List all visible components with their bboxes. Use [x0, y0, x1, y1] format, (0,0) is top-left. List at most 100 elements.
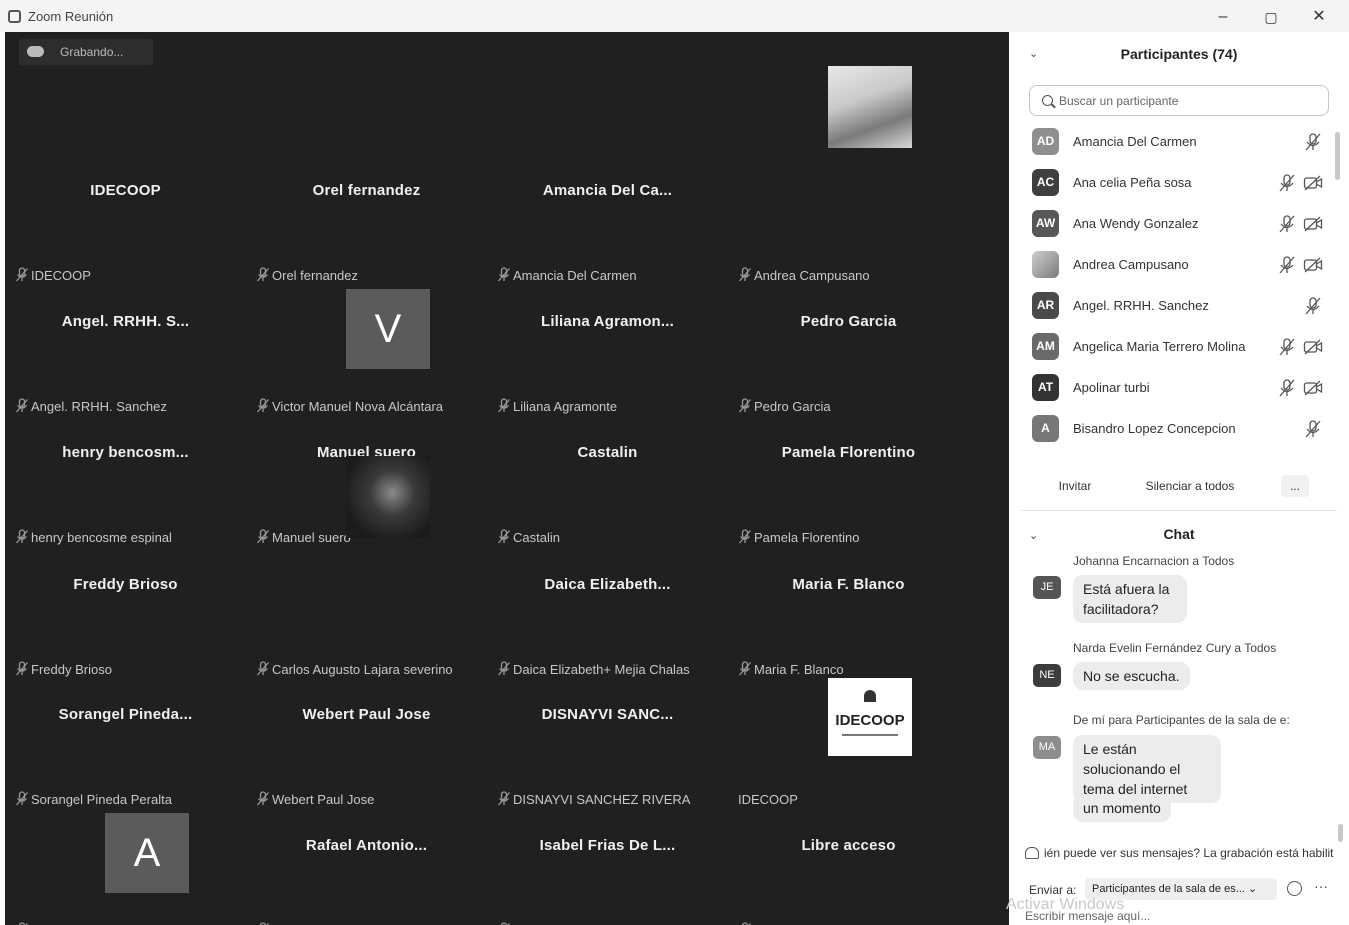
- video-tile[interactable]: Maria F. Blanco Maria F. Blanco: [728, 466, 969, 677]
- video-tile[interactable]: Isabel Frias De L...Isabel Frias De Los …: [487, 727, 728, 925]
- video-tile[interactable]: Liliana Agramon... Liliana Agramonte: [487, 203, 728, 414]
- more-participants-options-button[interactable]: ...: [1281, 475, 1309, 497]
- participants-title: Participantes (74): [1120, 46, 1238, 62]
- video-off-icon[interactable]: [1303, 378, 1323, 398]
- video-tile[interactable]: Freddy Brioso Freddy Brioso: [5, 466, 246, 677]
- participant-row[interactable]: AD Amancia Del Carmen: [1009, 122, 1337, 163]
- chat-sender: Narda Evelin Fernández Cury a Todos: [1073, 641, 1277, 655]
- invite-button[interactable]: Invitar: [1047, 475, 1103, 497]
- muted-mic-icon[interactable]: [1277, 173, 1297, 193]
- muted-mic-icon[interactable]: [1303, 296, 1323, 316]
- video-tile[interactable]: Angel. RRHH. S... Angel. RRHH. Sanchez: [5, 203, 246, 414]
- participant-video: [828, 66, 912, 148]
- video-tile[interactable]: IDECOOP IDECOOP: [5, 72, 246, 283]
- participant-avatar: AR: [1032, 292, 1059, 319]
- muted-mic-icon[interactable]: [1277, 255, 1297, 275]
- windows-activation-watermark: Activar Windows: [1006, 896, 1125, 913]
- chat-avatar: JE: [1033, 576, 1061, 599]
- video-tile[interactable]: Pedro Garcia Pedro Garcia: [728, 203, 969, 414]
- participant-row[interactable]: AR Angel. RRHH. Sanchez: [1009, 286, 1337, 327]
- video-tile[interactable]: Pamela Florentino Pamela Florentino: [728, 334, 969, 545]
- participant-search-input[interactable]: [1059, 92, 1319, 110]
- participant-name: Bisandro Lopez Concepcion: [1073, 421, 1236, 436]
- video-tile[interactable]: DISNAYVI SANC... DISNAYVI SANCHEZ RIVERA: [487, 596, 728, 807]
- panel-divider: [1021, 510, 1337, 511]
- participant-avatar: AW: [1032, 210, 1059, 237]
- emoji-icon[interactable]: [1287, 881, 1302, 896]
- participant-row[interactable]: A Bisandro Lopez Concepcion: [1009, 409, 1337, 450]
- video-off-icon[interactable]: [1303, 255, 1323, 275]
- zoom-app-icon: [8, 10, 21, 23]
- participant-avatar: A: [105, 813, 189, 893]
- video-off-icon[interactable]: [1303, 214, 1323, 234]
- tile-display-name: Pedro Garcia: [800, 313, 897, 330]
- participants-scrollbar[interactable]: [1335, 132, 1340, 180]
- tile-display-name: Angel. RRHH. S...: [61, 313, 190, 330]
- video-tile[interactable]: Webert Paul Jose Webert Paul Jose: [246, 596, 487, 807]
- participant-name: Amancia Del Carmen: [1073, 134, 1197, 149]
- tile-display-name: Pamela Florentino: [781, 444, 916, 461]
- tile-display-name: Webert Paul Jose: [302, 706, 431, 723]
- video-tile[interactable]: Carlos Augusto Lajara severino: [246, 456, 487, 677]
- close-button[interactable]: ✕: [1306, 6, 1332, 28]
- tile-display-name: Castalin: [577, 444, 638, 461]
- chat-visibility-notice: ién puede ver sus mensajes? La grabación…: [1025, 846, 1347, 860]
- chat-title: Chat: [1163, 526, 1195, 542]
- video-off-icon[interactable]: [1303, 337, 1323, 357]
- muted-mic-icon[interactable]: [1277, 378, 1297, 398]
- minimize-button[interactable]: –: [1210, 6, 1236, 28]
- video-tile[interactable]: IDECOOP IDECOOP: [728, 596, 969, 807]
- recording-indicator[interactable]: Grabando...: [19, 39, 153, 65]
- video-tile[interactable]: Sorangel Pineda... Sorangel Pineda Peralt…: [5, 596, 246, 807]
- participant-row[interactable]: AW Ana Wendy Gonzalez: [1009, 204, 1337, 245]
- video-off-icon[interactable]: [1303, 173, 1323, 193]
- chat-scrollbar[interactable]: [1338, 824, 1343, 842]
- chat-avatar: NE: [1033, 664, 1061, 687]
- send-to-label: Enviar a:: [1029, 883, 1077, 897]
- participant-avatar: AM: [1032, 333, 1059, 360]
- video-tile[interactable]: ABisandro Lopez Concepcion: [5, 727, 246, 925]
- cloud-record-icon: [27, 46, 44, 57]
- chat-messages: Johanna Encarnacion a Todos JE Está afue…: [1009, 552, 1349, 842]
- muted-mic-icon[interactable]: [1303, 419, 1323, 439]
- muted-mic-icon[interactable]: [1303, 132, 1323, 152]
- participant-search[interactable]: [1029, 85, 1329, 116]
- tile-display-name: Amancia Del Ca...: [542, 182, 673, 199]
- video-tile[interactable]: Castalin Castalin: [487, 334, 728, 545]
- participants-list: AD Amancia Del Carmen AC Ana celia Peña sos…: [1009, 122, 1337, 457]
- window-title: Zoom Reunión: [28, 9, 114, 24]
- tile-display-name: Liliana Agramon...: [540, 313, 675, 330]
- video-tile[interactable]: Amancia Del Ca... Amancia Del Carmen: [487, 72, 728, 283]
- tile-display-name: DISNAYVI SANC...: [541, 706, 674, 723]
- chat-message: No se escucha.: [1073, 662, 1190, 690]
- participant-avatar: [1032, 251, 1059, 278]
- muted-mic-icon[interactable]: [1277, 337, 1297, 357]
- title-bar: Zoom Reunión – ▢ ✕: [0, 0, 1349, 32]
- participant-row[interactable]: AT Apolinar turbi: [1009, 368, 1337, 409]
- chat-more-icon[interactable]: ···: [1314, 878, 1328, 894]
- video-tile[interactable]: Rafael Antonio...Rafael Antonio Coca Ros…: [246, 727, 487, 925]
- tile-display-name: henry bencosm...: [62, 444, 189, 461]
- video-tile[interactable]: V Victor Manuel Nova Alcántara: [246, 203, 487, 414]
- tile-display-name: Orel fernandez: [312, 182, 421, 199]
- participant-row[interactable]: Andrea Campusano: [1009, 245, 1337, 286]
- muted-mic-icon[interactable]: [1277, 214, 1297, 234]
- chat-message: Le están solucionando el tema del intern…: [1073, 735, 1221, 803]
- chat-message: un momento: [1073, 794, 1171, 822]
- chat-avatar: MA: [1033, 736, 1061, 759]
- restore-button[interactable]: ▢: [1258, 6, 1284, 28]
- participant-row[interactable]: AC Ana celia Peña sosa: [1009, 163, 1337, 204]
- side-panel: ⌄ Participantes (74) ADAmancia Del Carme…: [1009, 32, 1349, 925]
- video-tile[interactable]: Orel fernandez Orel fernandez: [246, 72, 487, 283]
- mute-all-button[interactable]: Silenciar a todos: [1135, 475, 1245, 497]
- participant-video: [346, 456, 430, 538]
- video-tile[interactable]: Libre accesoLibre acceso: [728, 727, 969, 925]
- video-tile[interactable]: Daica Elizabeth... Daica Elizabeth+ Mejia…: [487, 466, 728, 677]
- tile-display-name: Libre acceso: [801, 837, 896, 854]
- participant-name: Angel. RRHH. Sanchez: [1073, 298, 1209, 313]
- participant-name: Angelica Maria Terrero Molina: [1073, 339, 1246, 354]
- video-tile[interactable]: henry bencosm... henry bencosme espinal: [5, 334, 246, 545]
- video-tile[interactable]: Manuel suero Manuel suero: [246, 334, 487, 545]
- participant-row[interactable]: AM Angelica Maria Terrero Molina: [1009, 327, 1337, 368]
- video-tile[interactable]: Andrea Campusano: [728, 66, 969, 283]
